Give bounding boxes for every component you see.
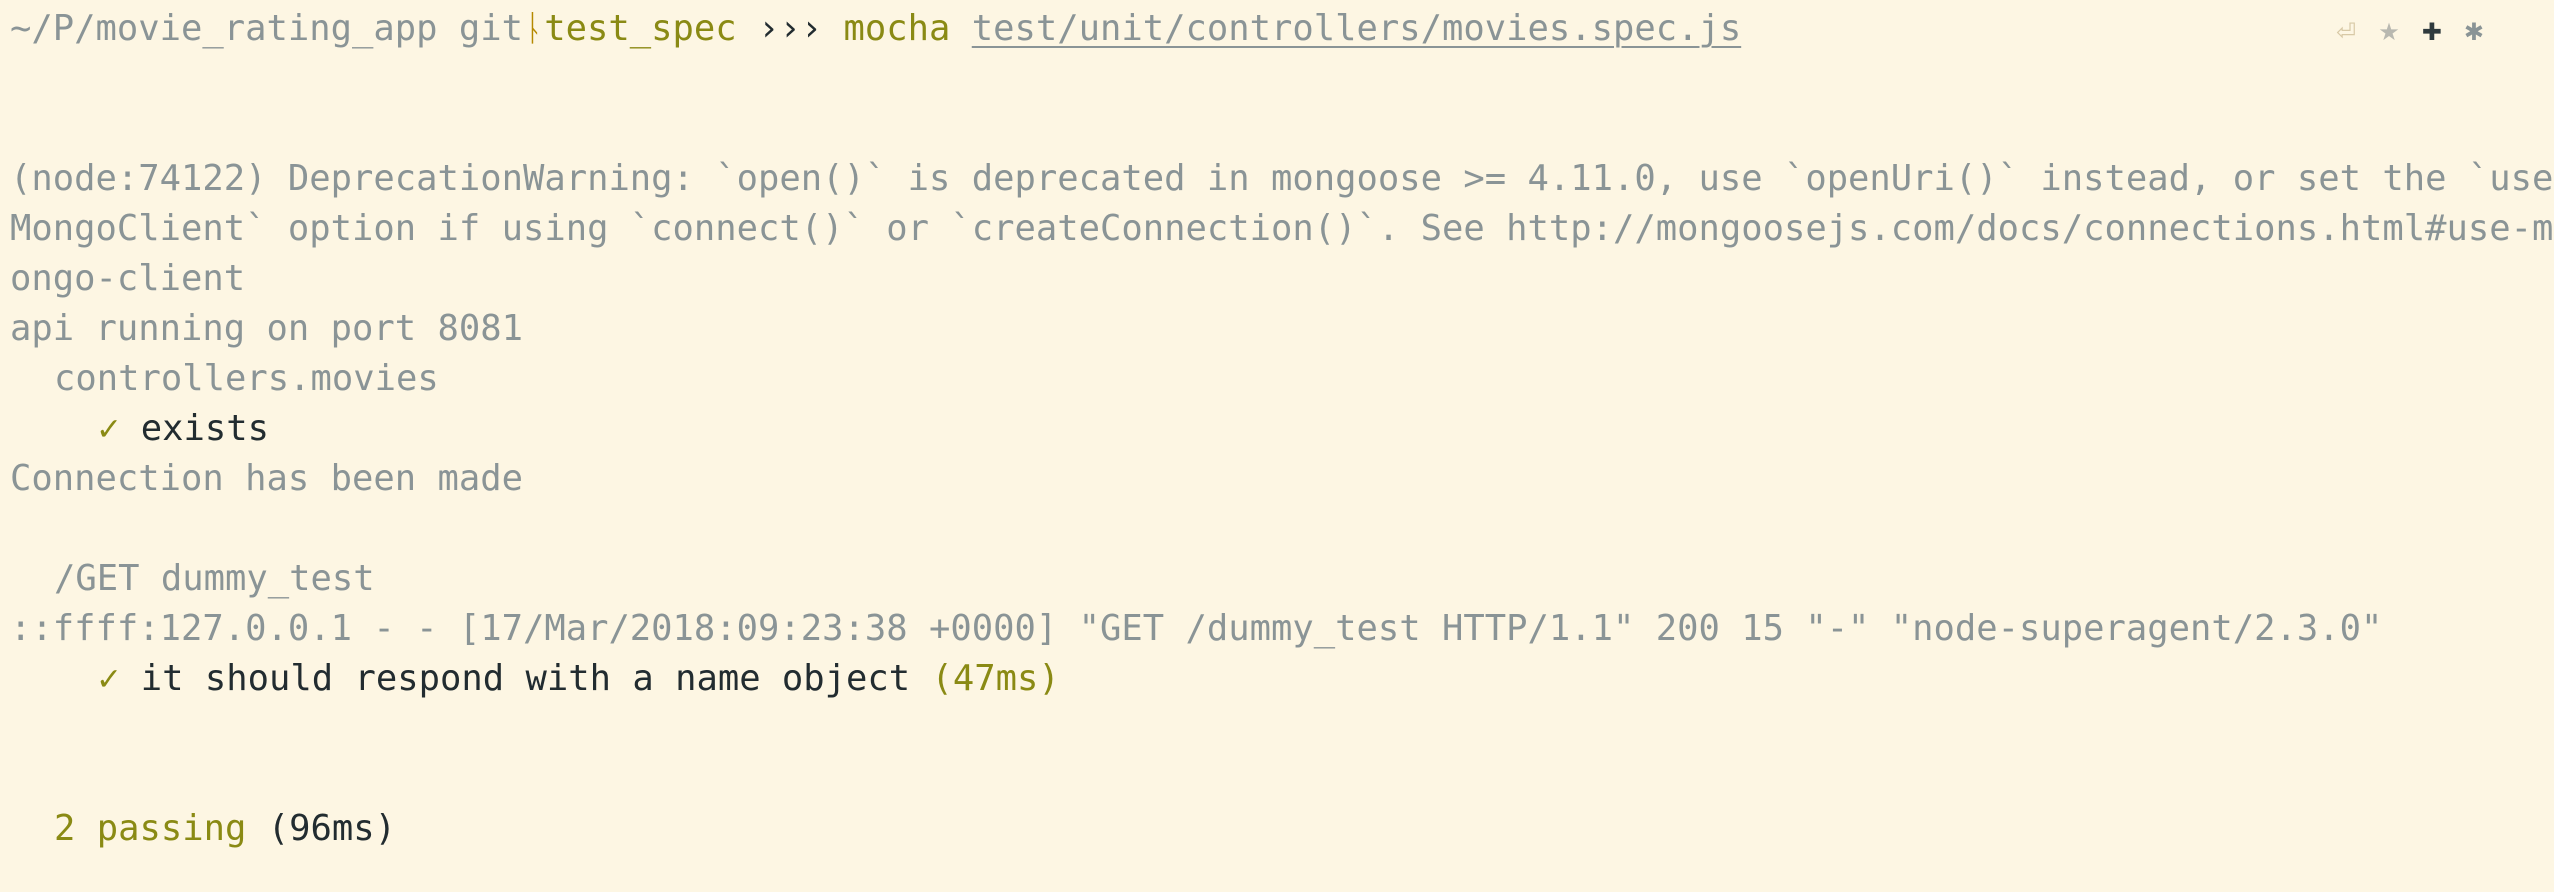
connection-log: Connection has been made — [10, 458, 523, 499]
test-title: exists — [140, 408, 269, 449]
passing-count: 2 passing — [54, 808, 247, 849]
prompt-arrows: ››› — [758, 8, 823, 49]
command-name: mocha — [843, 8, 951, 49]
test-title: it should respond with a name object — [140, 658, 911, 699]
test-result-exists: ✓ exists — [10, 404, 2554, 454]
return-icon: ⏎ — [2336, 18, 2357, 46]
star-icon: ★ — [2378, 18, 2400, 46]
check-mark-icon: ✓ — [98, 408, 120, 449]
api-running-log: api running on port 8081 — [10, 308, 523, 349]
status-icons: ⏎ ★ ✚ ✱ — [2336, 12, 2484, 52]
gear-icon: ✱ — [2463, 18, 2484, 46]
terminal-output: ~/P/movie_rating_app gitᚿtest_spec ››› m… — [10, 4, 2554, 854]
prompt-branch: test_spec — [544, 8, 737, 49]
prompt-git-label: git — [458, 8, 523, 49]
test-duration: (47ms) — [931, 658, 1060, 699]
test-suite-title: controllers.movies — [54, 358, 439, 399]
check-mark-icon: ✓ — [98, 658, 120, 699]
command-argument[interactable]: test/unit/controllers/movies.spec.js — [972, 8, 1741, 49]
git-branch-icon: ᚿ — [522, 8, 545, 49]
shell-prompt: ~/P/movie_rating_app gitᚿtest_spec ››› m… — [10, 4, 2554, 54]
test-result-respond: ✓ it should respond with a name object (… — [10, 654, 2554, 704]
deprecation-warning: (node:74122) DeprecationWarning: `open()… — [10, 158, 2554, 299]
terminal-window: { "prompt": { "path": "~/P/movie_rating_… — [0, 0, 2554, 892]
passing-duration: (96ms) — [267, 808, 396, 849]
http-access-log: ::ffff:127.0.0.1 - - [17/Mar/2018:09:23:… — [10, 608, 2383, 649]
test-summary: 2 passing (96ms) — [10, 804, 2554, 854]
plus-icon: ✚ — [2421, 18, 2442, 46]
prompt-path: ~/P/movie_rating_app — [10, 8, 438, 49]
test-suite-title: /GET dummy_test — [54, 558, 375, 599]
